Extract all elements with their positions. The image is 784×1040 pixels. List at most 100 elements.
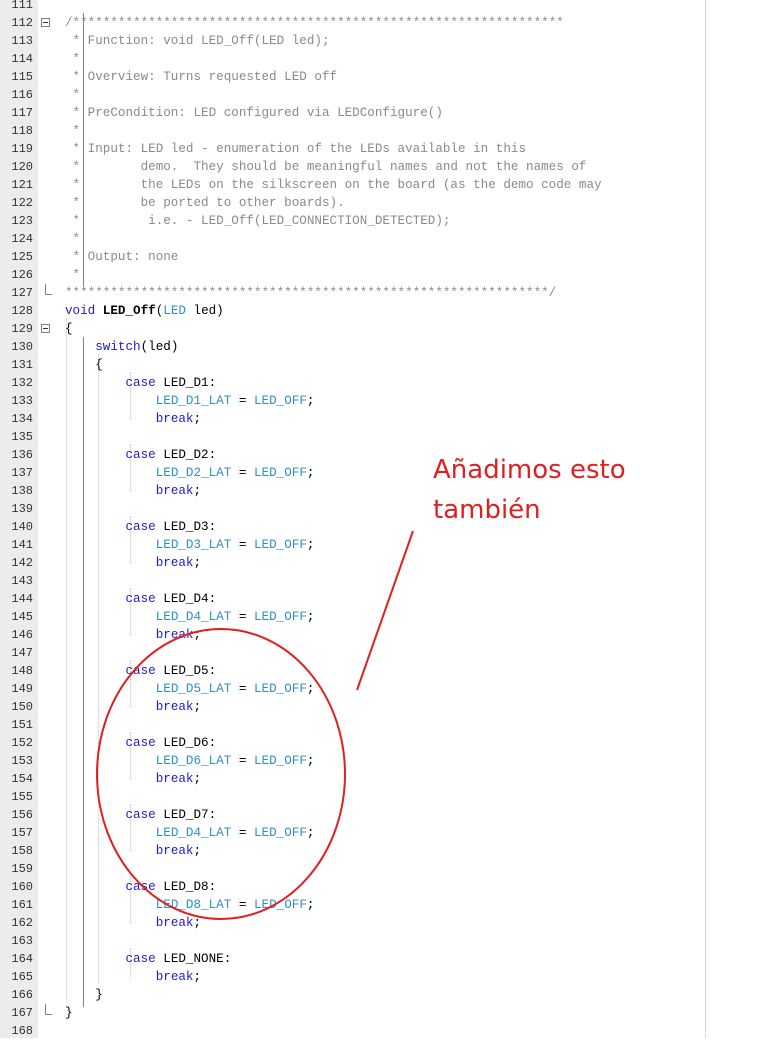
code-line[interactable]: 115 * Overview: Turns requested LED off (0, 68, 706, 86)
code-line[interactable]: 157 LED_D4_LAT = LED_OFF; (0, 824, 706, 842)
code-token: ; (306, 826, 315, 840)
code-line[interactable]: 124 * (0, 230, 706, 248)
code-line[interactable]: 118 * (0, 122, 706, 140)
code-line[interactable]: 117 * PreCondition: LED configured via L… (0, 104, 706, 122)
code-token: LED_D5_LAT (155, 682, 232, 696)
code-line[interactable]: 127 *************************************… (0, 284, 706, 302)
code-line[interactable]: 122 * be ported to other boards). (0, 194, 706, 212)
code-token: LED_Off (102, 304, 156, 318)
code-line[interactable]: 131 { (0, 356, 706, 374)
code-token: * demo. They should be meaningful names … (65, 160, 587, 174)
code-line[interactable]: 120 * demo. They should be meaningful na… (0, 158, 706, 176)
code-line[interactable]: 152 case LED_D6: (0, 734, 706, 752)
code-line[interactable]: 150 break; (0, 698, 706, 716)
code-line[interactable]: 135 (0, 428, 706, 446)
fold-end-marker (45, 1004, 52, 1015)
code-token: LED_D1_LAT (155, 394, 232, 408)
code-line[interactable]: 128 void LED_Off(LED led) (0, 302, 706, 320)
code-line[interactable]: 130 switch(led) (0, 338, 706, 356)
code-token: ; (306, 538, 315, 552)
code-line[interactable]: 154 break; (0, 770, 706, 788)
code-text: case LED_D5: (65, 662, 216, 680)
line-number: 146 (11, 628, 33, 642)
code-line[interactable]: 162 break; (0, 914, 706, 932)
code-line[interactable]: 119 * Input: LED led - enumeration of th… (0, 140, 706, 158)
code-line[interactable]: 114 * (0, 50, 706, 68)
code-token: * (65, 88, 81, 102)
code-token: ; (193, 628, 202, 642)
code-line[interactable]: 166 } (0, 986, 706, 1004)
code-token: case (125, 448, 156, 462)
line-number: 133 (11, 394, 33, 408)
code-line[interactable]: 164 case LED_NONE: (0, 950, 706, 968)
code-line[interactable]: 143 (0, 572, 706, 590)
code-line[interactable]: 132 case LED_D1: (0, 374, 706, 392)
line-number: 139 (11, 502, 33, 516)
code-line[interactable]: 156 case LED_D7: (0, 806, 706, 824)
code-token: = (231, 538, 254, 552)
code-text: LED_D5_LAT = LED_OFF; (65, 680, 315, 698)
code-token: ; (306, 610, 315, 624)
code-line[interactable]: 144 case LED_D4: (0, 590, 706, 608)
code-line[interactable]: 113 * Function: void LED_Off(LED led); (0, 32, 706, 50)
code-token: LED_OFF (253, 538, 307, 552)
code-token: LED_OFF (253, 466, 307, 480)
fold-toggle-icon[interactable] (41, 18, 50, 27)
code-line[interactable]: 121 * the LEDs on the silkscreen on the … (0, 176, 706, 194)
code-line[interactable]: 134 break; (0, 410, 706, 428)
annotation-text-line-2: también (433, 495, 541, 525)
code-line[interactable]: 126 * (0, 266, 706, 284)
code-line[interactable]: 111 (0, 0, 706, 14)
fold-toggle-icon[interactable] (41, 324, 50, 333)
code-line[interactable]: 145 LED_D4_LAT = LED_OFF; (0, 608, 706, 626)
code-line[interactable]: 149 LED_D5_LAT = LED_OFF; (0, 680, 706, 698)
code-line[interactable]: 147 (0, 644, 706, 662)
code-line[interactable]: 155 (0, 788, 706, 806)
code-line[interactable]: 112 /************************************… (0, 14, 706, 32)
code-text: * (65, 266, 81, 284)
line-number: 130 (11, 340, 33, 354)
code-line[interactable]: 125 * Output: none (0, 248, 706, 266)
code-text: * Function: void LED_Off(LED led); (65, 32, 330, 50)
code-line[interactable]: 116 * (0, 86, 706, 104)
code-line[interactable]: 168 (0, 1022, 706, 1040)
code-token: LED_D4_LAT (155, 826, 232, 840)
code-line[interactable]: 133 LED_D1_LAT = LED_OFF; (0, 392, 706, 410)
code-line[interactable]: 167} (0, 1004, 706, 1022)
code-line[interactable]: 148 case LED_D5: (0, 662, 706, 680)
code-line[interactable]: 160 case LED_D8: (0, 878, 706, 896)
code-token: ; (193, 700, 202, 714)
code-line[interactable]: 161 LED_D8_LAT = LED_OFF; (0, 896, 706, 914)
code-line[interactable]: 142 break; (0, 554, 706, 572)
code-token: = (231, 610, 254, 624)
code-token: LED_D8: (155, 880, 217, 894)
line-number: 154 (11, 772, 33, 786)
code-token: } (65, 1006, 73, 1020)
code-line[interactable]: 159 (0, 860, 706, 878)
code-token: LED_D6: (155, 736, 217, 750)
code-line[interactable]: 158 break; (0, 842, 706, 860)
code-line[interactable]: 146 break; (0, 626, 706, 644)
code-text: } (65, 986, 103, 1004)
code-line[interactable]: 141 LED_D3_LAT = LED_OFF; (0, 536, 706, 554)
line-number: 166 (11, 988, 33, 1002)
code-line[interactable]: 165 break; (0, 968, 706, 986)
code-line[interactable]: 163 (0, 932, 706, 950)
code-line[interactable]: 153 LED_D6_LAT = LED_OFF; (0, 752, 706, 770)
code-token: * (65, 232, 81, 246)
code-line[interactable]: 129 { (0, 320, 706, 338)
code-text: LED_D4_LAT = LED_OFF; (65, 824, 315, 842)
code-line[interactable]: 151 (0, 716, 706, 734)
code-line[interactable]: 123 * i.e. - LED_Off(LED_CONNECTION_DETE… (0, 212, 706, 230)
code-token: * be ported to other boards). (65, 196, 345, 210)
